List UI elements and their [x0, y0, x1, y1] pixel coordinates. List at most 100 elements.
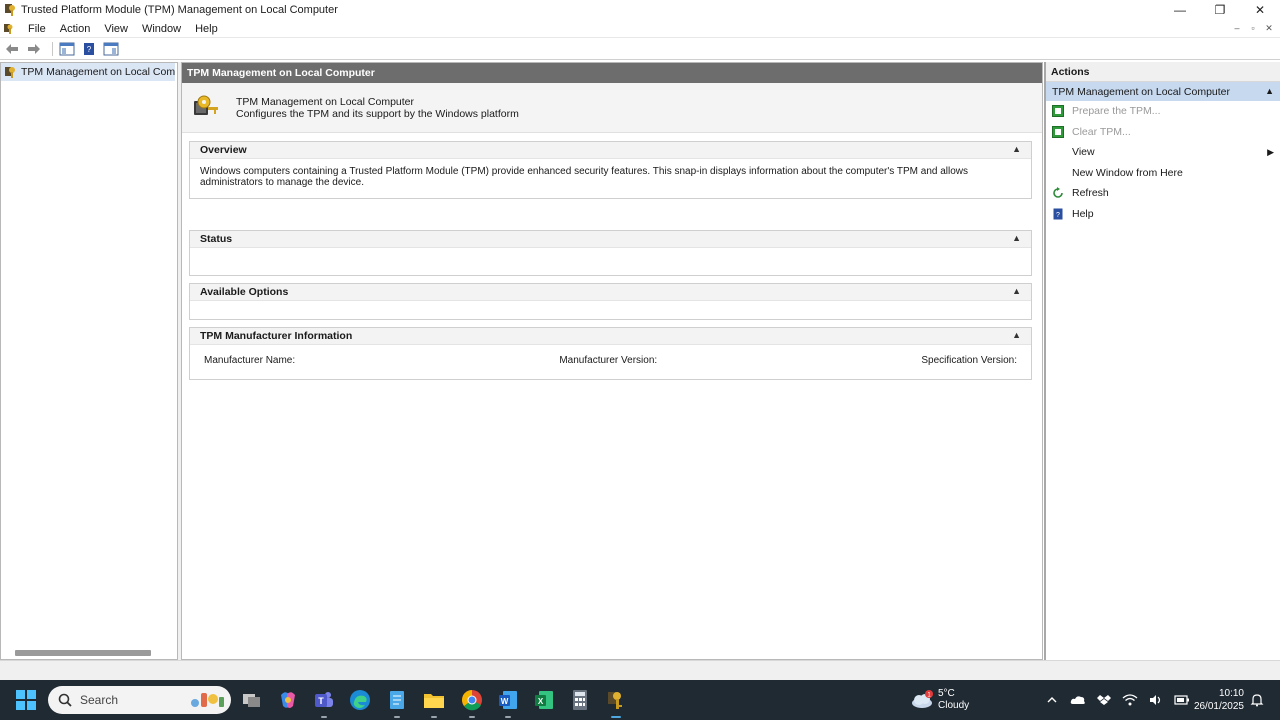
- dropbox-icon[interactable]: [1096, 692, 1112, 708]
- help-toolbar-button[interactable]: ?: [80, 41, 98, 57]
- help-book-icon: ?: [84, 43, 94, 55]
- overview-title: Overview: [200, 144, 247, 156]
- action-prepare-tpm[interactable]: Prepare the TPM...: [1046, 101, 1280, 122]
- running-indicator: [394, 716, 400, 718]
- menu-bar: File Action View Window Help – ▫ ✕: [0, 20, 1280, 38]
- collapse-caret-icon[interactable]: ▲: [1265, 86, 1274, 96]
- svg-text:?: ?: [1056, 212, 1060, 219]
- menu-file[interactable]: File: [21, 23, 53, 35]
- tpm-chip-key-icon: [194, 95, 218, 115]
- maximize-button[interactable]: ❐: [1200, 0, 1240, 20]
- taskbar-notepad[interactable]: [385, 688, 409, 718]
- actions-group-label: TPM Management on Local Computer: [1052, 85, 1231, 98]
- back-button[interactable]: [3, 41, 21, 57]
- tree-item-tpm-management[interactable]: TPM Management on Local Compu: [1, 63, 175, 81]
- action-clear-tpm[interactable]: Clear TPM...: [1046, 122, 1280, 143]
- forward-button[interactable]: [25, 41, 43, 57]
- tpm-key-icon: [608, 692, 622, 709]
- svg-text:T: T: [318, 696, 324, 706]
- window-controls: — ❐ ✕: [1160, 0, 1280, 20]
- mdi-minimize-button[interactable]: –: [1230, 21, 1244, 35]
- console-tree-icon: [59, 42, 75, 56]
- available-options-section-header[interactable]: Available Options ▲: [190, 284, 1031, 301]
- console-document-icon[interactable]: [3, 23, 15, 35]
- taskbar-edge[interactable]: [348, 688, 372, 712]
- tpm-manufacturer-title: TPM Manufacturer Information: [200, 330, 353, 342]
- windows-start-icon[interactable]: [16, 690, 36, 710]
- overview-description: Windows computers containing a Trusted P…: [200, 166, 969, 188]
- running-indicator: [321, 716, 327, 718]
- taskbar-word[interactable]: W: [496, 688, 520, 718]
- action-help[interactable]: ? Help: [1046, 204, 1280, 225]
- collapse-toggle-icon[interactable]: ▲: [1012, 233, 1021, 243]
- specification-version-label: Specification Version:: [921, 355, 1017, 366]
- taskbar-tpm-console[interactable]: [604, 688, 628, 718]
- running-indicator: [505, 716, 511, 718]
- overview-section-header[interactable]: Overview ▲: [190, 142, 1031, 159]
- cloudy-weather-icon: 1: [912, 690, 933, 708]
- folder-icon: [424, 694, 444, 708]
- close-button[interactable]: ✕: [1240, 0, 1280, 20]
- menu-help[interactable]: Help: [188, 23, 225, 35]
- taskbar-excel[interactable]: X: [532, 688, 556, 712]
- menu-window[interactable]: Window: [135, 23, 188, 35]
- search-icon: [58, 693, 72, 707]
- tpm-key-icon: [5, 4, 15, 16]
- show-hide-console-tree-button[interactable]: [58, 41, 76, 57]
- collapse-toggle-icon[interactable]: ▲: [1012, 330, 1021, 340]
- overview-section: Overview ▲ Windows computers containing …: [189, 141, 1032, 199]
- system-clock[interactable]: 10:10 26/01/2025: [1188, 687, 1244, 713]
- collapse-toggle-icon[interactable]: ▲: [1012, 144, 1021, 154]
- taskbar-copilot[interactable]: [276, 688, 300, 712]
- excel-icon: X: [535, 691, 553, 709]
- snapin-intro: TPM Management on Local Computer Configu…: [182, 83, 1042, 133]
- taskbar-chrome[interactable]: [460, 688, 484, 718]
- tree-horizontal-scrollbar[interactable]: [15, 650, 151, 656]
- status-section-header[interactable]: Status ▲: [190, 231, 1031, 248]
- clock-time: 10:10: [1218, 688, 1244, 699]
- taskbar-calculator[interactable]: [568, 688, 592, 712]
- collapse-toggle-icon[interactable]: ▲: [1012, 286, 1021, 296]
- forward-arrow-icon: [28, 44, 40, 54]
- search-highlight-icon: [191, 693, 224, 707]
- action-new-window[interactable]: New Window from Here: [1046, 163, 1280, 184]
- taskbar-search-box[interactable]: Search: [48, 686, 231, 714]
- manufacturer-name-label: Manufacturer Name:: [204, 355, 296, 366]
- show-hide-action-pane-button[interactable]: [102, 41, 120, 57]
- minimize-button[interactable]: —: [1160, 0, 1200, 20]
- status-section: Status ▲: [189, 230, 1032, 276]
- weather-widget[interactable]: 1 5°C Cloudy: [910, 686, 969, 714]
- actions-group-header[interactable]: TPM Management on Local Computer ▲: [1046, 82, 1280, 101]
- action-label: Prepare the TPM...: [1072, 105, 1161, 118]
- available-options-title: Available Options: [200, 286, 289, 298]
- tpm-manufacturer-section-header[interactable]: TPM Manufacturer Information ▲: [190, 328, 1031, 345]
- mdi-close-button[interactable]: ✕: [1262, 21, 1276, 35]
- manufacturer-version-label: Manufacturer Version:: [559, 355, 658, 366]
- calculator-icon: [573, 690, 587, 710]
- speaker-volume-icon[interactable]: [1148, 692, 1164, 708]
- chevron-up-icon[interactable]: [1044, 692, 1060, 708]
- action-pane-icon: [103, 42, 119, 56]
- mdi-restore-button[interactable]: ▫: [1246, 21, 1260, 35]
- menu-action[interactable]: Action: [53, 23, 98, 35]
- actions-pane: Actions TPM Management on Local Computer…: [1044, 62, 1280, 660]
- taskbar-teams[interactable]: T: [312, 688, 336, 718]
- menu-view[interactable]: View: [97, 23, 135, 35]
- action-refresh[interactable]: Refresh: [1046, 183, 1280, 204]
- search-placeholder: Search: [80, 693, 119, 707]
- teams-icon: T: [315, 692, 333, 707]
- clock-date: 26/01/2025: [1193, 701, 1244, 712]
- onedrive-cloud-icon[interactable]: [1070, 692, 1086, 708]
- chrome-browser-icon: [462, 690, 482, 711]
- intro-subtitle: Configures the TPM and its support by th…: [236, 107, 519, 120]
- svg-text:X: X: [538, 697, 544, 706]
- intro-title: TPM Management on Local Computer: [236, 95, 415, 108]
- taskbar-file-explorer[interactable]: [422, 688, 446, 718]
- action-label: View: [1072, 146, 1095, 159]
- wifi-icon[interactable]: [1122, 692, 1138, 708]
- taskbar-task-view[interactable]: [240, 688, 264, 712]
- notification-bell-icon[interactable]: [1250, 693, 1264, 707]
- action-view[interactable]: View ▶: [1046, 142, 1280, 163]
- system-tray: [1044, 692, 1200, 708]
- actions-pane-title: Actions: [1046, 62, 1280, 82]
